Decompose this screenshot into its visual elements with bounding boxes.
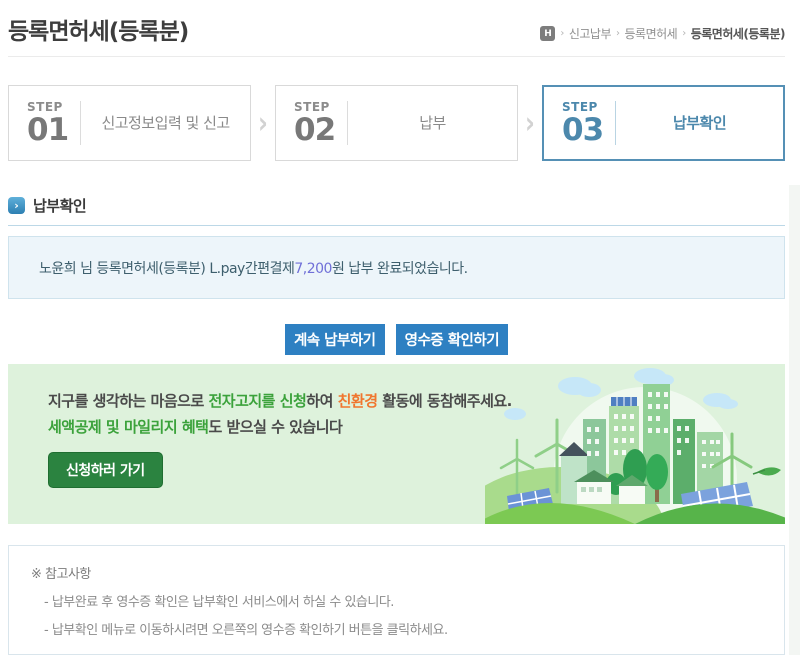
reference-notes-box: ※ 참고사항 - 납부완료 후 영수증 확인은 납부확인 서비스에서 하실 수 …: [8, 545, 785, 655]
payment-amount: 7,200: [294, 260, 332, 277]
step-1-number: 01: [27, 111, 69, 148]
notes-title: ※ 참고사항: [31, 567, 91, 582]
check-receipt-button[interactable]: 영수증 확인하기: [395, 324, 509, 355]
page-title: 등록면허세(등록분): [8, 19, 189, 45]
step-2-box: STEP 02 납부: [275, 85, 518, 161]
payment-result-message: 노윤희 님 등록면허세(등록분) L.pay간편결제7,200원 납부 완료되었…: [39, 258, 468, 278]
payment-confirmation-page: 등록면허세(등록분) H › 신고납부 › 등록면허세 › 등록면허세(등록분)…: [0, 0, 800, 655]
breadcrumb-item-deungnok-myeonheose[interactable]: 등록면허세: [625, 25, 678, 42]
step-3-number: 03: [562, 111, 604, 148]
step-divider: [347, 101, 349, 145]
continue-payment-button[interactable]: 계속 납부하기: [284, 324, 385, 355]
step-2-title: 납부: [419, 113, 446, 132]
payment-result-suffix: 원 납부 완료되었습니다.: [331, 260, 468, 277]
step-1-box: STEP 01 신고정보입력 및 신고: [8, 85, 251, 161]
solar-panel-icon: [611, 397, 637, 406]
leaf-icon: [752, 467, 781, 476]
eco-city-illustration: [485, 368, 785, 524]
step-indicator: STEP 01 신고정보입력 및 신고 › STEP 02 납부 › STEP: [8, 85, 785, 161]
action-buttons: 계속 납부하기 영수증 확인하기: [8, 324, 785, 355]
banner-line-2: 세액공제 및 마일리지 혜택도 받으실 수 있습니다: [48, 418, 343, 437]
payment-result-prefix: 노윤희 님 등록면허세(등록분) L.pay간편결제: [39, 260, 295, 277]
breadcrumb-item-singo-nabbu[interactable]: 신고납부: [569, 25, 612, 42]
breadcrumb-current: 등록면허세(등록분): [690, 27, 786, 41]
note-item-receipt: - 납부완료 후 영수증 확인은 납부확인 서비스에서 하실 수 있습니다.: [44, 595, 394, 610]
banner-line-1: 지구를 생각하는 마음으로 전자고지를 신청하여 친환경 활동에 동참해주세요.: [48, 392, 512, 410]
step-divider: [80, 101, 82, 145]
page-edge-strip: [789, 185, 800, 655]
banner-text: 지구를 생각하는 마음으로 전자고지를 신청하여 친환경 활동에 동참해주세요.…: [48, 388, 512, 441]
breadcrumb-separator: ›: [560, 28, 564, 39]
breadcrumb-separator: ›: [616, 28, 620, 39]
step-3-label: STEP: [562, 99, 598, 114]
home-icon[interactable]: H: [540, 26, 556, 41]
step-arrow-icon: ›: [525, 105, 535, 141]
e-bill-promo-banner: 지구를 생각하는 마음으로 전자고지를 신청하여 친환경 활동에 동참해주세요.…: [8, 364, 785, 524]
step-divider: [615, 101, 617, 145]
step-3-title: 납부확인: [672, 113, 727, 132]
payment-result-box: 노윤희 님 등록면허세(등록분) L.pay간편결제7,200원 납부 완료되었…: [8, 236, 785, 299]
note-item-menu: - 납부확인 메뉴로 이동하시려면 오른쪽의 영수증 확인하기 버튼을 클릭하세…: [44, 623, 448, 638]
section-chevron-icon: ›: [8, 197, 25, 214]
step-arrow-icon: ›: [258, 105, 268, 141]
banner-benefit-highlight: 세액공제 및 마일리지 혜택: [48, 418, 209, 437]
apply-e-bill-button[interactable]: 신청하러 가기: [48, 452, 163, 488]
banner-ebill-highlight: 전자고지를 신청: [208, 392, 307, 410]
breadcrumb: H › 신고납부 › 등록면허세 › 등록면허세(등록분): [540, 25, 786, 46]
step-1-label: STEP: [27, 99, 63, 114]
step-1-title: 신고정보입력 및 신고: [101, 113, 230, 132]
section-title: 납부확인: [33, 197, 87, 215]
section-header: › 납부확인: [8, 195, 785, 226]
step-2-number: 02: [294, 111, 336, 148]
banner-eco-highlight: 친환경: [337, 392, 378, 410]
page-header: 등록면허세(등록분) H › 신고납부 › 등록면허세 › 등록면허세(등록분): [8, 0, 786, 57]
breadcrumb-separator: ›: [682, 28, 686, 39]
step-3-box-active: STEP 03 납부확인: [542, 85, 785, 161]
step-2-label: STEP: [294, 99, 330, 114]
